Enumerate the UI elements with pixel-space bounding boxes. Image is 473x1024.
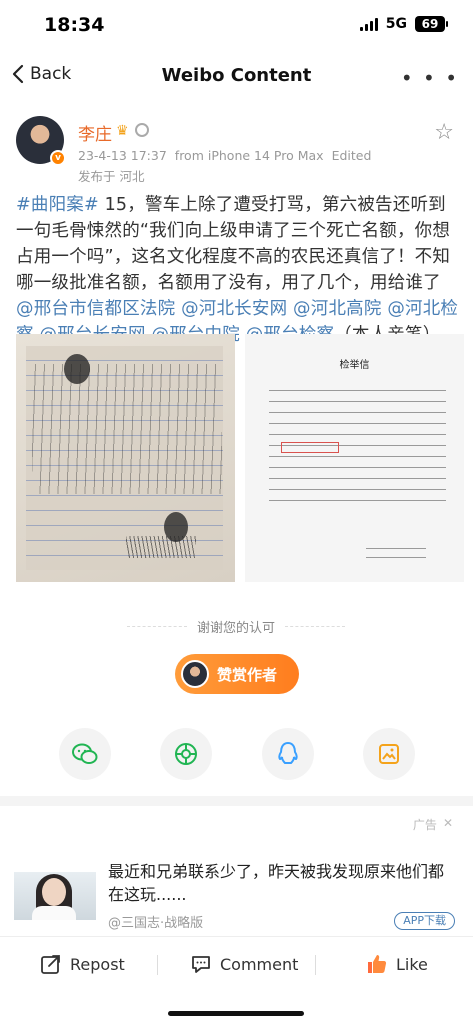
like-button[interactable]: Like [366, 953, 428, 975]
mention-link[interactable]: @河北高院 [293, 299, 382, 319]
divider [315, 955, 316, 975]
more-button[interactable]: • • • [401, 66, 459, 90]
post-location: 发布于 河北 [78, 169, 145, 184]
reward-author-button[interactable]: 赞赏作者 [175, 654, 299, 694]
author-name[interactable]: 李庄 [78, 120, 112, 145]
save-image-icon [379, 744, 399, 764]
thumbs-up-icon [368, 955, 387, 973]
author-header: v 李庄 ♛ 23-4-13 17:37 from iPhone 14 Pro … [16, 116, 456, 186]
status-bar: 18:34 5G 69 [0, 0, 473, 52]
action-bar: Repost Comment Like [0, 936, 473, 1024]
document-title: 检举信 [339, 360, 370, 371]
post-date: 23-4-13 17:37 [78, 148, 167, 163]
appreciation-divider: 谢谢您的认可 [16, 616, 456, 636]
mention-link[interactable]: @河北长安网 [181, 299, 287, 319]
repost-label: Repost [70, 954, 125, 974]
save-image-button[interactable] [363, 728, 415, 780]
mention-link[interactable]: @邢台市信都区法院 [16, 299, 175, 319]
post-source: from iPhone 14 Pro Max [174, 148, 324, 163]
appreciation-text: 谢谢您的认可 [196, 620, 275, 636]
section-separator [0, 796, 473, 806]
ad-text[interactable]: 最近和兄弟联系少了，昨天被我发现原来他们都在这玩...... [108, 860, 456, 906]
post-images: 检举信 [16, 334, 464, 584]
comment-icon [192, 956, 210, 973]
divider [157, 955, 158, 975]
like-label: Like [396, 954, 428, 974]
status-indicators: 5G 69 [359, 16, 448, 32]
share-row [0, 728, 473, 784]
ad-label: 广告 [412, 818, 437, 832]
post-meta: 23-4-13 17:37 from iPhone 14 Pro Max Edi… [78, 148, 371, 163]
moments-icon [175, 743, 197, 765]
ad-image[interactable] [14, 872, 96, 920]
repost-button[interactable]: Repost [40, 953, 125, 975]
favorite-star-icon[interactable]: ☆ [434, 120, 454, 145]
verified-badge-icon: v [50, 150, 66, 166]
app-download-button[interactable]: APP下载 [394, 912, 455, 930]
wechat-share-button[interactable] [59, 728, 111, 780]
ad-tag: 广告 ✕ [413, 816, 453, 833]
repost-icon [41, 955, 60, 974]
author-avatar-small [181, 660, 209, 688]
battery-icon: 69 [415, 16, 448, 32]
home-indicator [168, 1011, 304, 1016]
status-time: 18:34 [44, 14, 105, 36]
qq-share-button[interactable] [262, 728, 314, 780]
edited-label[interactable]: Edited [332, 148, 372, 163]
typed-letter-image[interactable]: 检举信 [245, 334, 464, 582]
comment-button[interactable]: Comment [190, 953, 298, 975]
post-body: #曲阳案# 15，警车上除了遭受打骂，第六被告还听到一句毛骨悚然的“我们向上级申… [16, 192, 462, 348]
hashtag-link[interactable]: #曲阳案# [16, 195, 99, 215]
crown-icon: ♛ [116, 123, 129, 139]
handwritten-letter-image[interactable] [16, 334, 235, 582]
highlight-box [281, 442, 339, 453]
medal-icon [135, 123, 149, 137]
wechat-icon [72, 743, 98, 764]
close-icon[interactable]: ✕ [443, 816, 453, 833]
nav-bar: Back Weibo Content • • • [0, 52, 473, 102]
network-label: 5G [385, 16, 407, 32]
reward-label: 赞赏作者 [217, 665, 278, 684]
ad-source[interactable]: @三国志·战略版 [108, 912, 203, 931]
ad-card[interactable]: 广告 ✕ 最近和兄弟联系少了，昨天被我发现原来他们都在这玩...... @三国志… [0, 806, 473, 936]
qq-icon [278, 741, 298, 764]
moments-share-button[interactable] [160, 728, 212, 780]
comment-label: Comment [220, 954, 299, 974]
signal-icon [359, 17, 378, 31]
